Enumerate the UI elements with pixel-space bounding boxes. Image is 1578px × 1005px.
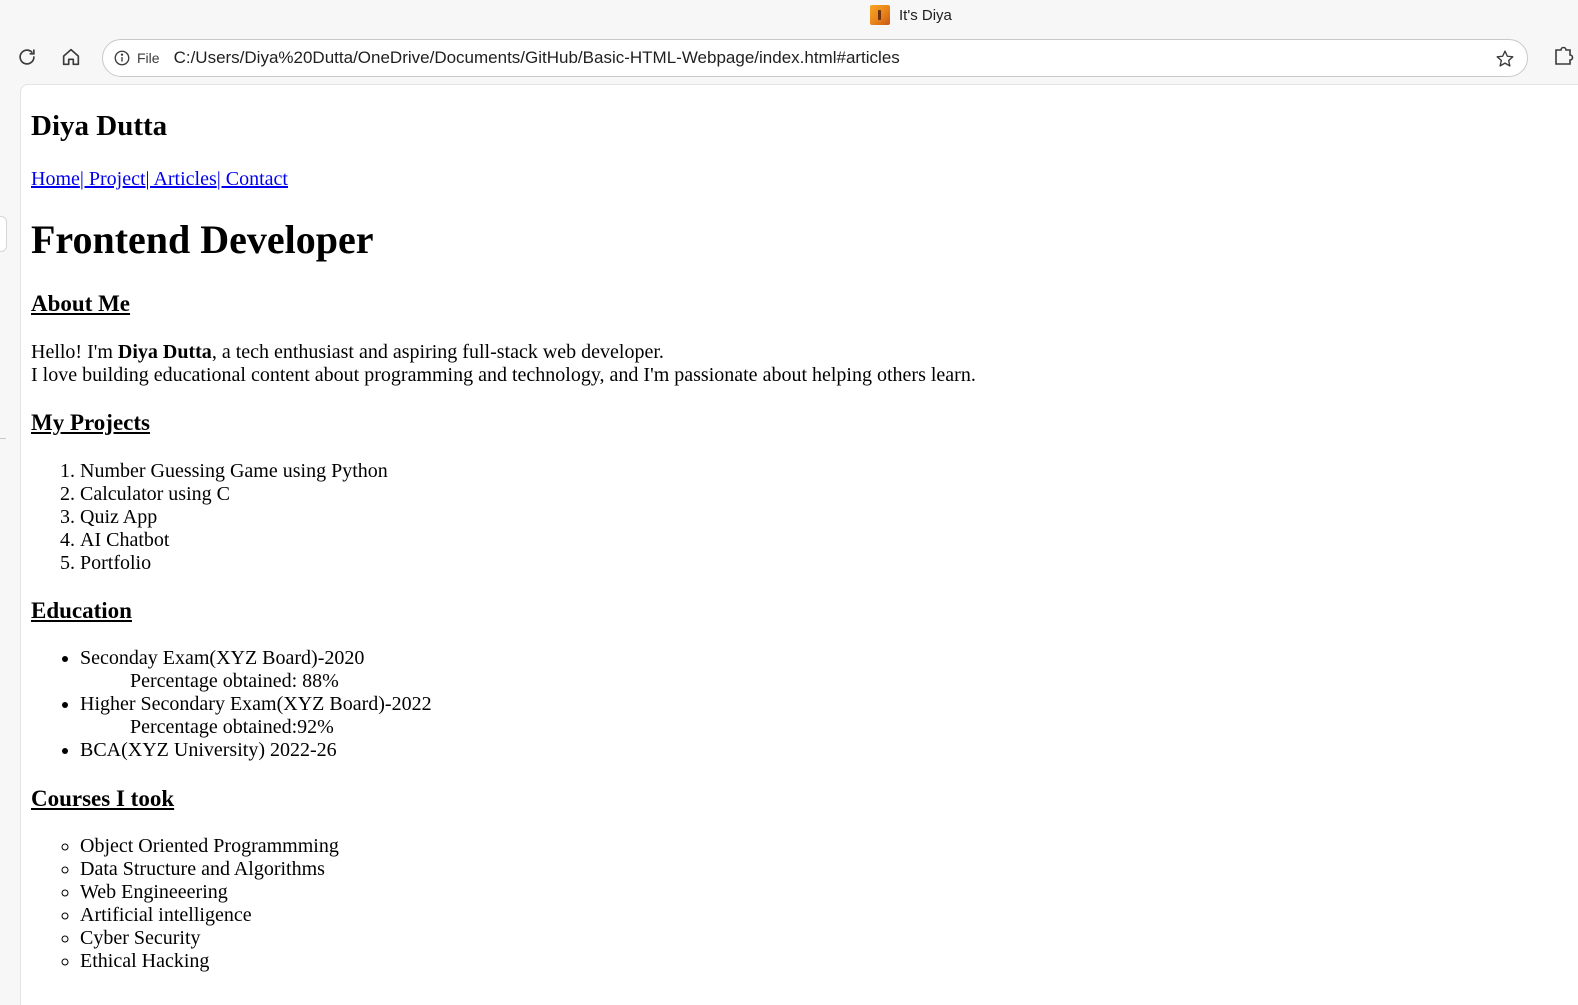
list-item: Portfolio [80, 552, 388, 575]
extensions-icon [1555, 46, 1574, 65]
home-icon [62, 48, 80, 66]
browser-toolbar: File C:/Users/Diya%20Dutta/OneDrive/Docu… [0, 30, 1578, 84]
favicon-icon [870, 5, 890, 25]
sidebar-handle[interactable] [0, 216, 7, 252]
about-intro-after: , a tech enthusiast and aspiring full-st… [211, 341, 664, 363]
projects-heading: My Projects [31, 410, 150, 435]
about-intro-name: Diya Dutta [117, 341, 212, 363]
refresh-button[interactable] [14, 44, 40, 70]
title-bar: It's Diya [0, 0, 1578, 30]
browser-sidebar [0, 84, 20, 1005]
list-item: Object Oriented Programmming [80, 835, 339, 858]
education-title: Seconday Exam(XYZ Board)-2020 [80, 647, 365, 669]
education-title: BCA(XYZ University) 2022-26 [80, 739, 337, 761]
projects-list: Number Guessing Game using Python Calcul… [31, 460, 388, 575]
refresh-icon [19, 49, 35, 65]
list-item: Web Engineeering [80, 881, 339, 904]
nav-link-contact[interactable]: | Contact [217, 168, 288, 190]
courses-list: Object Oriented Programmming Data Struct… [31, 835, 339, 973]
hero-heading: Frontend Developer [31, 217, 374, 262]
url-text[interactable]: C:/Users/Diya%20Dutta/OneDrive/Documents… [174, 48, 900, 68]
list-item: Seconday Exam(XYZ Board)-2020 Percentage… [80, 647, 432, 693]
list-item: Higher Secondary Exam(XYZ Board)-2022 Pe… [80, 693, 432, 739]
home-button[interactable] [58, 44, 84, 70]
education-detail: Percentage obtained: 88% [130, 670, 339, 692]
window-title-text: It's Diya [899, 6, 952, 24]
list-item: Artificial intelligence [80, 904, 339, 927]
list-item: BCA(XYZ University) 2022-26 [80, 739, 432, 762]
list-item: Quiz App [80, 506, 388, 529]
about-intro-before: Hello! I'm [31, 341, 118, 363]
sidebar-divider [0, 438, 6, 439]
about-heading: About Me [31, 291, 131, 316]
education-heading: Education [31, 598, 132, 623]
favorite-button[interactable] [1493, 47, 1517, 71]
site-info-label: File [137, 50, 160, 66]
education-title: Higher Secondary Exam(XYZ Board)-2022 [80, 693, 432, 715]
address-bar[interactable]: File C:/Users/Diya%20Dutta/OneDrive/Docu… [102, 39, 1528, 77]
info-icon [114, 50, 130, 66]
window-title: It's Diya [870, 4, 952, 26]
main-nav: Home| Project| Articles| Contact [31, 167, 288, 191]
list-item: AI Chatbot [80, 529, 388, 552]
list-item: Calculator using C [80, 483, 388, 506]
site-name-heading: Diya Dutta [31, 110, 168, 142]
site-info-button[interactable]: File [113, 49, 160, 67]
star-icon [1496, 50, 1514, 67]
courses-heading: Courses I took [31, 786, 175, 811]
list-item: Cyber Security [80, 927, 339, 950]
nav-link-articles[interactable]: | Articles [146, 168, 217, 190]
education-list: Seconday Exam(XYZ Board)-2020 Percentage… [31, 647, 432, 762]
education-detail: Percentage obtained:92% [130, 716, 334, 738]
nav-link-home[interactable]: Home [31, 168, 80, 190]
nav-link-project[interactable]: | Project [80, 168, 146, 190]
list-item: Data Structure and Algorithms [80, 858, 339, 881]
page-viewport: Diya Dutta Home| Project| Articles| Cont… [20, 84, 1578, 1005]
list-item: Ethical Hacking [80, 950, 339, 973]
about-paragraph: Hello! I'm Diya Dutta, a tech enthusiast… [31, 341, 976, 387]
about-line-2: I love building educational content abou… [31, 364, 976, 386]
list-item: Number Guessing Game using Python [80, 460, 388, 483]
extensions-button[interactable] [1550, 44, 1578, 70]
